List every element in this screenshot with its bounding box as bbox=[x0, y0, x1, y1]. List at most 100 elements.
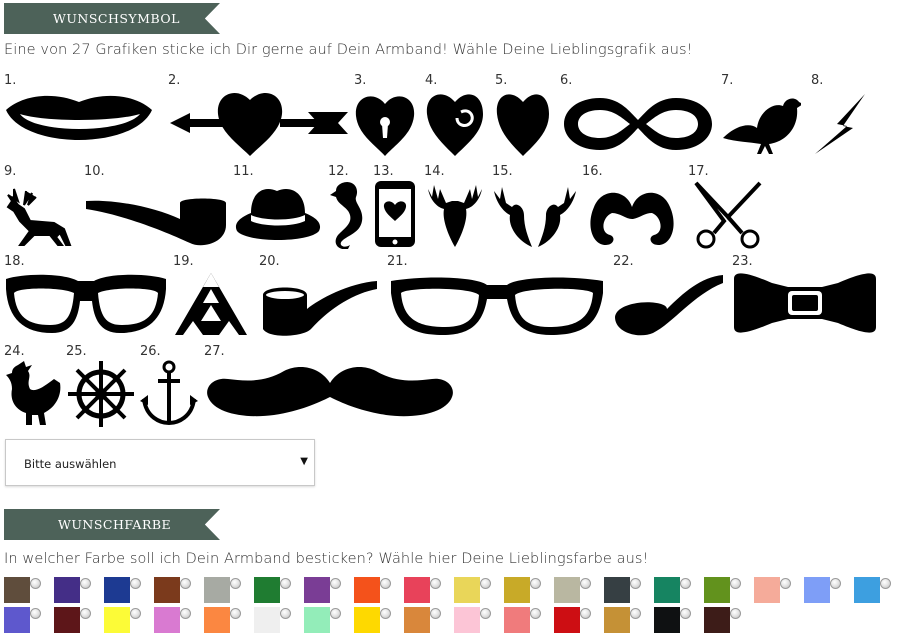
color-radio[interactable] bbox=[30, 608, 41, 619]
color-radio[interactable] bbox=[430, 578, 441, 589]
color-radio[interactable] bbox=[180, 578, 191, 589]
color-swatch[interactable] bbox=[54, 607, 80, 633]
symbol-select[interactable]: Bitte auswählen ▼ bbox=[5, 439, 315, 486]
color-swatch[interactable] bbox=[654, 577, 680, 603]
symbol-number: 17. bbox=[688, 164, 709, 179]
color-radio[interactable] bbox=[480, 608, 491, 619]
color-radio[interactable] bbox=[680, 608, 691, 619]
color-radio[interactable] bbox=[830, 578, 841, 589]
color-radio[interactable] bbox=[30, 578, 41, 589]
symbol-option[interactable]: 25. bbox=[66, 345, 136, 429]
symbol-option[interactable]: 23. bbox=[732, 255, 878, 339]
color-radio[interactable] bbox=[880, 578, 891, 589]
color-swatch[interactable] bbox=[754, 577, 780, 603]
color-swatch[interactable] bbox=[554, 577, 580, 603]
color-swatch[interactable] bbox=[854, 577, 880, 603]
color-radio[interactable] bbox=[680, 578, 691, 589]
color-swatch[interactable] bbox=[354, 607, 380, 633]
symbol-number: 12. bbox=[328, 164, 349, 179]
symbol-option[interactable]: 24. bbox=[4, 345, 62, 429]
symbol-option[interactable]: 3. bbox=[354, 74, 416, 158]
color-radio[interactable] bbox=[280, 578, 291, 589]
color-radio[interactable] bbox=[580, 578, 591, 589]
symbol-option[interactable]: 27. bbox=[204, 345, 458, 431]
color-radio[interactable] bbox=[630, 608, 641, 619]
symbol-option[interactable]: 19. bbox=[173, 255, 253, 339]
color-radio[interactable] bbox=[630, 578, 641, 589]
symbol-option[interactable]: 16. bbox=[582, 165, 682, 249]
color-radio[interactable] bbox=[330, 578, 341, 589]
color-swatch[interactable] bbox=[604, 607, 630, 633]
color-swatch[interactable] bbox=[354, 577, 380, 603]
symbol-option[interactable]: 21. bbox=[387, 255, 607, 339]
symbol-option[interactable]: 4. bbox=[425, 74, 485, 158]
symbol-option[interactable]: 9. bbox=[4, 165, 76, 249]
color-swatch[interactable] bbox=[554, 607, 580, 633]
color-swatch[interactable] bbox=[654, 607, 680, 633]
color-radio[interactable] bbox=[330, 608, 341, 619]
color-radio[interactable] bbox=[80, 578, 91, 589]
color-radio[interactable] bbox=[730, 578, 741, 589]
color-radio[interactable] bbox=[480, 578, 491, 589]
symbol-option[interactable]: 13. bbox=[373, 165, 417, 249]
symbol-number: 23. bbox=[732, 254, 753, 269]
color-radio[interactable] bbox=[780, 578, 791, 589]
color-radio[interactable] bbox=[730, 608, 741, 619]
seahorse-icon bbox=[330, 182, 363, 249]
color-swatch[interactable] bbox=[704, 607, 730, 633]
color-swatch[interactable] bbox=[104, 607, 130, 633]
symbol-option[interactable]: 26. bbox=[140, 345, 198, 429]
color-swatch[interactable] bbox=[504, 577, 530, 603]
symbol-option[interactable]: 14. bbox=[424, 165, 486, 249]
symbol-option[interactable]: 10. bbox=[84, 165, 230, 249]
color-swatch[interactable] bbox=[304, 577, 330, 603]
color-swatch[interactable] bbox=[4, 607, 30, 633]
color-swatch[interactable] bbox=[254, 607, 280, 633]
color-radio[interactable] bbox=[130, 578, 141, 589]
color-radio[interactable] bbox=[380, 578, 391, 589]
color-swatch[interactable] bbox=[454, 577, 480, 603]
color-swatch[interactable] bbox=[704, 577, 730, 603]
color-swatch[interactable] bbox=[204, 577, 230, 603]
symbol-option[interactable]: 20. bbox=[259, 255, 379, 339]
color-swatch[interactable] bbox=[54, 577, 80, 603]
symbol-number: 14. bbox=[424, 164, 445, 179]
symbol-option[interactable]: 5. bbox=[495, 74, 551, 158]
color-radio[interactable] bbox=[580, 608, 591, 619]
color-swatch[interactable] bbox=[154, 577, 180, 603]
color-radio[interactable] bbox=[230, 608, 241, 619]
color-radio[interactable] bbox=[130, 608, 141, 619]
symbol-option[interactable]: 7. bbox=[721, 74, 801, 158]
symbol-option[interactable]: 6. bbox=[560, 74, 716, 158]
bird-icon bbox=[723, 98, 801, 154]
symbol-option[interactable]: 12. bbox=[328, 165, 366, 249]
color-swatch[interactable] bbox=[454, 607, 480, 633]
color-radio[interactable] bbox=[530, 578, 541, 589]
symbol-option[interactable]: 1. bbox=[4, 74, 158, 158]
symbol-option[interactable]: 11. bbox=[233, 165, 323, 249]
color-swatch[interactable] bbox=[304, 607, 330, 633]
symbol-option[interactable]: 18. bbox=[4, 255, 168, 339]
color-swatch[interactable] bbox=[204, 607, 230, 633]
symbol-option[interactable]: 8. bbox=[811, 74, 871, 158]
color-swatch[interactable] bbox=[4, 577, 30, 603]
color-swatch[interactable] bbox=[404, 607, 430, 633]
symbol-option[interactable]: 15. bbox=[492, 165, 578, 249]
color-radio[interactable] bbox=[180, 608, 191, 619]
symbol-option[interactable]: 2. bbox=[168, 74, 352, 158]
color-swatch[interactable] bbox=[604, 577, 630, 603]
color-radio[interactable] bbox=[80, 608, 91, 619]
color-radio[interactable] bbox=[380, 608, 391, 619]
color-swatch[interactable] bbox=[254, 577, 280, 603]
color-swatch[interactable] bbox=[104, 577, 130, 603]
color-radio[interactable] bbox=[430, 608, 441, 619]
color-radio[interactable] bbox=[230, 578, 241, 589]
color-swatch[interactable] bbox=[504, 607, 530, 633]
color-swatch[interactable] bbox=[154, 607, 180, 633]
symbol-option[interactable]: 22. bbox=[613, 255, 725, 339]
color-swatch[interactable] bbox=[804, 577, 830, 603]
color-radio[interactable] bbox=[280, 608, 291, 619]
color-radio[interactable] bbox=[530, 608, 541, 619]
color-swatch[interactable] bbox=[404, 577, 430, 603]
symbol-option[interactable]: 17. bbox=[688, 165, 768, 249]
